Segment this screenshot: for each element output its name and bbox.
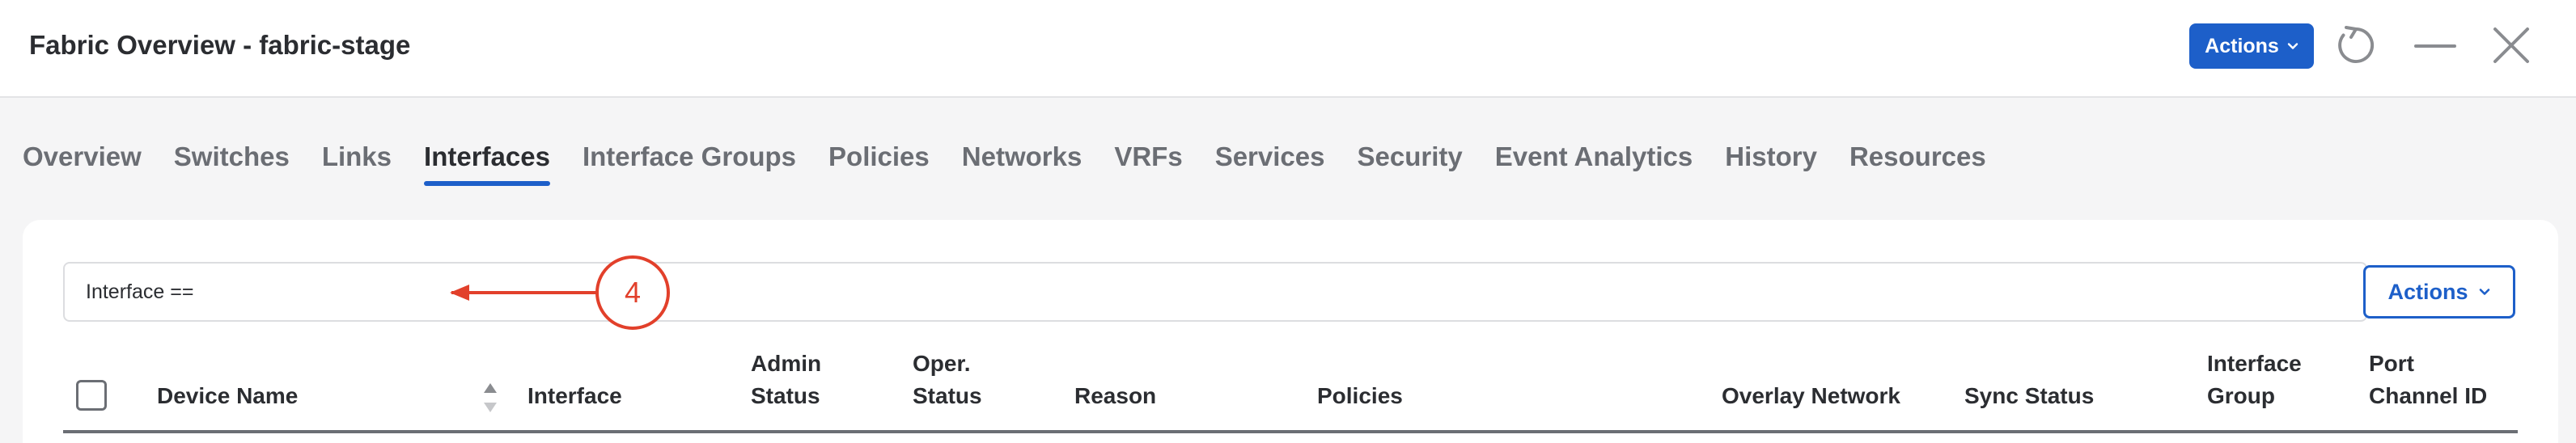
tab-interface-groups[interactable]: Interface Groups <box>583 137 796 188</box>
column-label: Group <box>2207 383 2275 408</box>
chevron-down-icon <box>2287 43 2298 49</box>
tab-interfaces[interactable]: Interfaces <box>424 137 550 188</box>
table-actions-button[interactable]: Actions <box>2363 265 2515 319</box>
column-label: Oper. <box>913 351 971 376</box>
column-overlay-network[interactable]: Overlay Network <box>1722 380 1900 412</box>
refresh-icon <box>2338 26 2375 63</box>
column-label: Interface <box>2207 351 2302 376</box>
table-header: Device Name Interface Admin Status Oper.… <box>63 348 2518 433</box>
column-port-channel-id[interactable]: Port Channel ID <box>2369 348 2487 412</box>
tab-event-analytics[interactable]: Event Analytics <box>1495 137 1693 188</box>
minimize-button[interactable] <box>2411 21 2459 70</box>
column-label: Status <box>751 383 820 408</box>
tab-history[interactable]: History <box>1725 137 1817 188</box>
column-oper-status[interactable]: Oper. Status <box>913 348 982 412</box>
window-header: Fabric Overview - fabric-stage Actions <box>0 0 2576 98</box>
tab-bar: Overview Switches Links Interfaces Inter… <box>23 137 2019 188</box>
chevron-down-icon <box>2479 289 2489 295</box>
tab-vrfs[interactable]: VRFs <box>1114 137 1182 188</box>
annotation-callout: 4 <box>450 255 670 330</box>
header-actions-button[interactable]: Actions <box>2189 23 2314 69</box>
column-sync-status[interactable]: Sync Status <box>1964 380 2094 412</box>
filter-input[interactable]: Interface == <box>63 262 2367 322</box>
column-label: Device Name <box>157 383 299 408</box>
sort-icon[interactable] <box>482 382 498 414</box>
annotation-number: 4 <box>625 276 641 309</box>
column-reason[interactable]: Reason <box>1074 380 1156 412</box>
interfaces-card: Interface == 4 Actions Device Name Inter… <box>23 220 2558 443</box>
page-title: Fabric Overview - fabric-stage <box>29 30 411 60</box>
tab-overview[interactable]: Overview <box>23 137 142 188</box>
column-policies[interactable]: Policies <box>1317 380 1403 412</box>
close-button[interactable] <box>2487 21 2536 70</box>
column-label: Sync Status <box>1964 383 2095 408</box>
column-interface[interactable]: Interface <box>527 380 622 412</box>
annotation-arrowhead <box>450 285 469 301</box>
column-label: Policies <box>1317 383 1403 408</box>
tab-security[interactable]: Security <box>1357 137 1462 188</box>
column-device-name[interactable]: Device Name <box>157 380 298 412</box>
column-label: Channel ID <box>2369 383 2488 408</box>
column-label: Reason <box>1074 383 1157 408</box>
column-label: Port <box>2369 351 2414 376</box>
tab-resources[interactable]: Resources <box>1849 137 1986 188</box>
column-label: Admin <box>751 351 822 376</box>
column-label: Overlay Network <box>1722 383 1900 408</box>
header-actions-label: Actions <box>2205 34 2279 57</box>
column-label: Interface <box>527 383 622 408</box>
column-admin-status[interactable]: Admin Status <box>751 348 821 412</box>
table-actions-label: Actions <box>2387 279 2468 304</box>
tab-networks[interactable]: Networks <box>962 137 1083 188</box>
column-interface-group[interactable]: Interface Group <box>2207 348 2302 412</box>
tab-switches[interactable]: Switches <box>174 137 290 188</box>
close-icon <box>2493 27 2529 63</box>
tab-policies[interactable]: Policies <box>828 137 930 188</box>
select-all-checkbox[interactable] <box>76 380 107 411</box>
tab-links[interactable]: Links <box>322 137 392 188</box>
minimize-icon <box>2414 44 2456 48</box>
tab-services[interactable]: Services <box>1215 137 1325 188</box>
column-label: Status <box>913 383 982 408</box>
refresh-button[interactable] <box>2332 21 2380 70</box>
